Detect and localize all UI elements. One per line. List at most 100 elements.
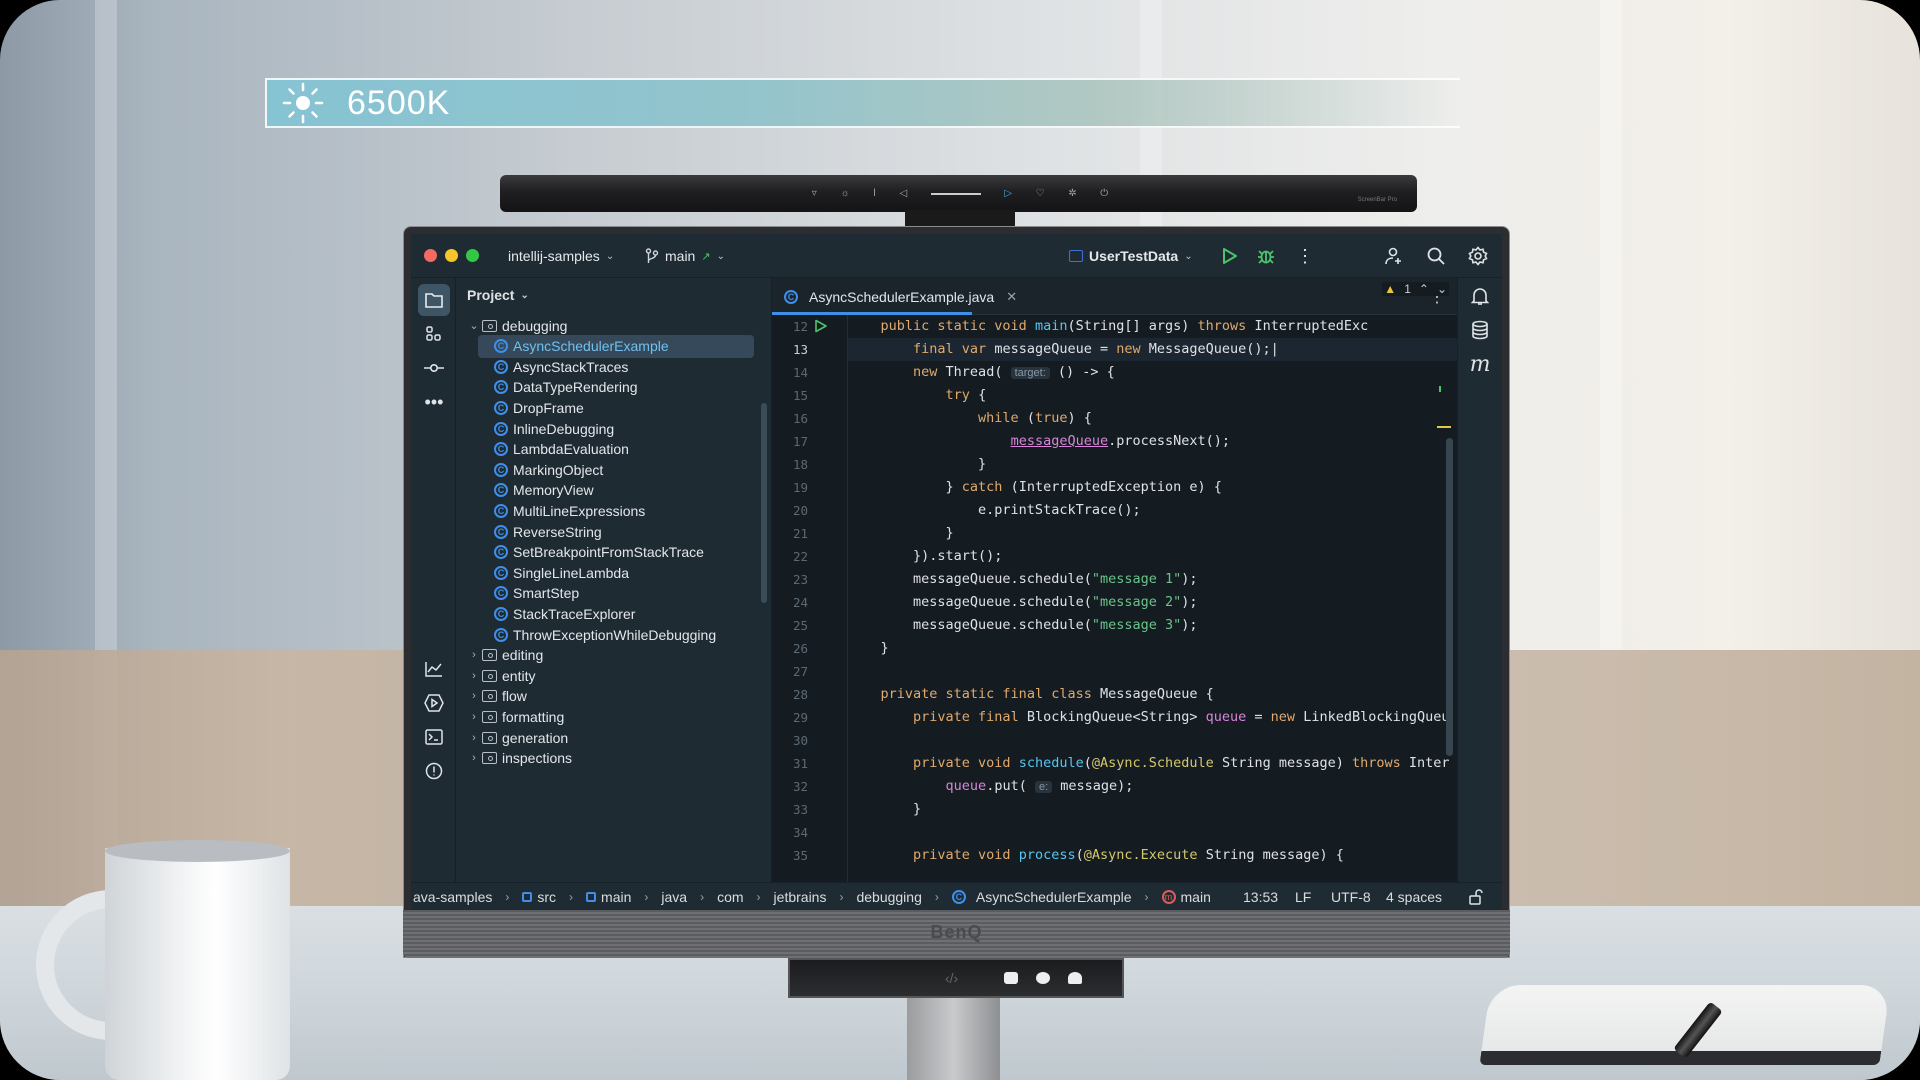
profiler-tool-button[interactable]	[418, 653, 450, 685]
maximize-window-button[interactable]	[466, 249, 479, 262]
tree-class-item[interactable]: C SmartStep	[456, 582, 756, 605]
tree-folder[interactable]: › formatting	[456, 705, 756, 728]
tree-class-item[interactable]: C SingleLineLambda	[456, 561, 756, 584]
search-button[interactable]	[1426, 234, 1446, 278]
tree-folder[interactable]: ⌄ debugging	[456, 314, 756, 337]
line-ending[interactable]: LF	[1295, 889, 1311, 905]
problems-tool-button[interactable]	[418, 755, 450, 787]
editor-scrollbar[interactable]	[1446, 438, 1453, 756]
tree-class-item[interactable]: C InlineDebugging	[456, 417, 756, 440]
close-tab-icon[interactable]: ✕	[1006, 289, 1017, 305]
user-profile-button[interactable]	[1068, 972, 1082, 984]
tree-item-label: inspections	[502, 750, 573, 767]
bell-icon	[1471, 288, 1489, 305]
breadcrumb-item[interactable]: jetbrains	[774, 889, 827, 905]
close-window-button[interactable]	[424, 249, 437, 262]
tree-folder[interactable]: › generation	[456, 726, 756, 749]
more-tools-button[interactable]: •••	[418, 386, 450, 418]
class-icon: C	[494, 606, 508, 621]
run-config-selector[interactable]: UserTestData ⌄	[1069, 234, 1193, 278]
previous-highlight-icon[interactable]: ⌃	[1419, 282, 1429, 296]
breadcrumb-item[interactable]: C AsyncSchedulerExample	[951, 889, 1132, 905]
commit-tool-button[interactable]	[418, 352, 450, 384]
color-temperature-value: 6500K	[347, 83, 451, 122]
debug-button[interactable]	[1257, 234, 1275, 278]
display-mode-button[interactable]	[1004, 972, 1018, 984]
line-number: 16	[792, 411, 808, 426]
chevron-right-icon[interactable]: ›	[466, 732, 482, 744]
tree-item-label: formatting	[502, 708, 565, 725]
tree-class-item[interactable]: C DropFrame	[456, 396, 756, 419]
warning-marker[interactable]	[1437, 426, 1451, 428]
code-line: while (true) {	[978, 410, 1092, 426]
tree-class-item[interactable]: C AsyncStackTraces	[456, 355, 756, 378]
tree-class-item[interactable]: C MarkingObject	[456, 458, 756, 481]
chevron-right-icon[interactable]: ›	[466, 690, 482, 702]
breadcrumb-item[interactable]: main	[586, 889, 631, 905]
breadcrumb-item[interactable]: src	[522, 889, 556, 905]
tree-class-item[interactable]: C SetBreakpointFromStackTrace	[456, 541, 756, 564]
tree-class-item[interactable]: C ReverseString	[456, 520, 756, 543]
tree-class-item[interactable]: C MemoryView	[456, 479, 756, 502]
tree-item-label: generation	[502, 729, 569, 746]
editor-tab[interactable]: C AsyncSchedulerExample.java ✕	[784, 278, 1017, 315]
branch-switcher[interactable]: main ↗ ⌄	[645, 234, 725, 278]
tree-item-label: flow	[502, 688, 527, 705]
run-gutter-icon[interactable]	[814, 319, 828, 333]
minimize-window-button[interactable]	[445, 249, 458, 262]
tree-class-item[interactable]: C LambdaEvaluation	[456, 438, 756, 461]
breadcrumb-item[interactable]: m main	[1161, 889, 1211, 905]
class-icon: C	[494, 400, 508, 415]
tree-folder[interactable]: › flow	[456, 685, 756, 708]
breadcrumb-item[interactable]: com	[717, 889, 743, 905]
module-icon	[522, 891, 533, 902]
project-scrollbar[interactable]	[761, 403, 767, 603]
inspection-widget[interactable]: ▲ 1 ⌃ ⌄	[1382, 282, 1449, 296]
maven-icon: m	[1469, 351, 1491, 377]
chevron-right-icon[interactable]: ›	[466, 670, 482, 682]
chevron-right-icon[interactable]: ›	[466, 752, 482, 764]
breadcrumb-item[interactable]: java	[661, 889, 687, 905]
indent-setting[interactable]: 4 spaces	[1386, 889, 1442, 905]
add-user-button[interactable]	[1384, 234, 1404, 278]
file-encoding[interactable]: UTF-8	[1331, 889, 1371, 905]
tree-class-item[interactable]: C ThrowExceptionWhileDebugging	[456, 623, 756, 646]
code-icon: ‹/›	[945, 970, 959, 986]
class-icon: C	[784, 289, 798, 304]
chevron-down-icon[interactable]: ⌄	[466, 319, 482, 332]
tree-class-item[interactable]: C StackTraceExplorer	[456, 602, 756, 625]
chevron-down-icon: ⌄	[1184, 250, 1193, 262]
project-tool-button[interactable]	[418, 284, 450, 316]
tree-folder[interactable]: › editing	[456, 644, 756, 667]
project-switcher[interactable]: intellij-samples ⌄	[508, 234, 614, 278]
next-highlight-icon[interactable]: ⌄	[1437, 282, 1447, 296]
code-area[interactable]: public static void main(String[] args) t…	[848, 315, 1457, 882]
database-button[interactable]	[1464, 314, 1496, 346]
tree-folder[interactable]: › entity	[456, 664, 756, 687]
class-icon: C	[494, 565, 508, 580]
tree-folder[interactable]: › inspections	[456, 747, 756, 770]
chevron-right-icon[interactable]: ›	[466, 649, 482, 661]
tree-class-item[interactable]: C AsyncSchedulerExample	[478, 334, 754, 358]
notifications-button[interactable]	[1464, 280, 1496, 312]
project-panel-header[interactable]: Project ⌄	[467, 278, 529, 312]
breadcrumb-item[interactable]: ava-samples	[413, 889, 492, 905]
code-line: try {	[945, 387, 987, 403]
unlock-icon[interactable]	[1469, 889, 1483, 905]
maven-button[interactable]: m	[1464, 348, 1496, 380]
structure-tool-button[interactable]	[418, 318, 450, 350]
terminal-tool-button[interactable]	[418, 721, 450, 753]
power-button[interactable]	[1036, 972, 1050, 984]
chevron-right-icon[interactable]: ›	[466, 711, 482, 723]
breadcrumb-label: jetbrains	[773, 888, 827, 905]
services-tool-button[interactable]	[418, 687, 450, 719]
tree-class-item[interactable]: C DataTypeRendering	[456, 376, 756, 399]
tree-class-item[interactable]: C MultiLineExpressions	[456, 499, 756, 522]
caret-position[interactable]: 13:53	[1243, 889, 1278, 905]
breadcrumb-item[interactable]: debugging	[856, 889, 921, 905]
settings-button[interactable]	[1468, 234, 1488, 278]
chevron-down-icon: ⌄	[605, 250, 615, 262]
more-actions-button[interactable]: ⋮	[1296, 234, 1314, 278]
navigation-breadcrumbs: ava-samples › src › main › java › com › jetbrains ›…	[413, 889, 1211, 905]
run-button[interactable]	[1222, 234, 1238, 278]
